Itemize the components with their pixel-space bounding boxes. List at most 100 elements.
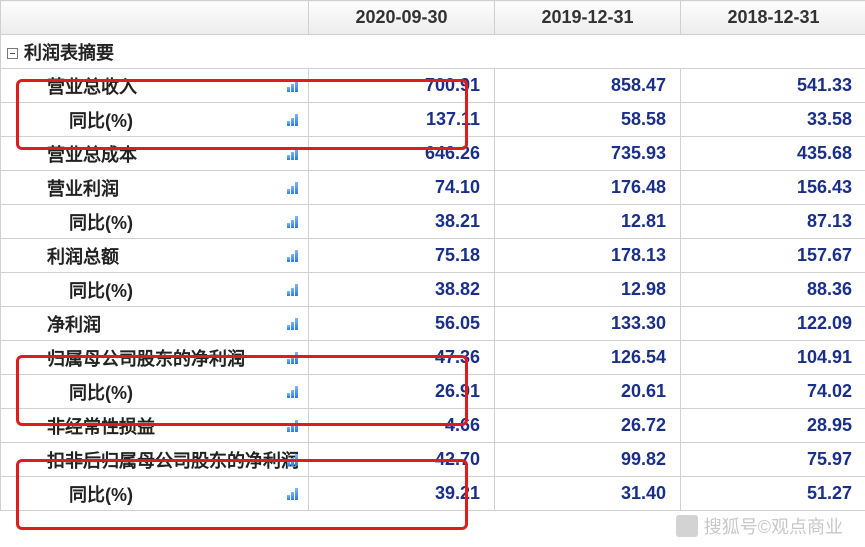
value-cell: 133.30 — [495, 307, 681, 341]
table-row: 同比(%) 137.1158.5833.58 — [1, 103, 865, 137]
bar-chart-icon[interactable] — [287, 216, 298, 228]
table-row: 同比(%) 38.8212.9888.36 — [1, 273, 865, 307]
row-label: 同比(%) — [1, 375, 309, 409]
value-cell: 56.05 — [309, 307, 495, 341]
bar-chart-icon[interactable] — [287, 318, 298, 330]
row-label: 扣非后归属母公司股东的净利润 — [1, 443, 309, 477]
value-cell: 26.72 — [495, 409, 681, 443]
row-label-text: 净利润 — [47, 315, 101, 335]
bar-chart-icon[interactable] — [287, 352, 298, 364]
row-label: 同比(%) — [1, 273, 309, 307]
bar-chart-icon[interactable] — [287, 182, 298, 194]
row-label: 同比(%) — [1, 205, 309, 239]
value-cell: 858.47 — [495, 69, 681, 103]
row-label: 利润总额 — [1, 239, 309, 273]
value-cell: 137.11 — [309, 103, 495, 137]
table-row: 利润总额 75.18178.13157.67 — [1, 239, 865, 273]
watermark: 搜狐号©观点商业 — [676, 513, 843, 539]
value-cell: 87.13 — [681, 205, 865, 239]
row-label-text: 利润总额 — [47, 247, 119, 267]
value-cell: 156.43 — [681, 171, 865, 205]
table-row: 归属母公司股东的净利润 47.36126.54104.91 — [1, 341, 865, 375]
table-row: 营业总收入 700.91858.47541.33 — [1, 69, 865, 103]
row-label-text: 归属母公司股东的净利润 — [47, 349, 245, 369]
value-cell: 176.48 — [495, 171, 681, 205]
table-row: 同比(%) 38.2112.8187.13 — [1, 205, 865, 239]
value-cell: 104.91 — [681, 341, 865, 375]
table-row: 同比(%)39.2131.4051.27 — [1, 477, 865, 511]
sohu-logo-icon — [676, 515, 698, 537]
row-label: 营业总收入 — [1, 69, 309, 103]
table-header-row: 2020-09-30 2019-12-31 2018-12-31 — [1, 1, 865, 35]
value-cell: 646.26 — [309, 137, 495, 171]
row-label-text: 营业总收入 — [47, 77, 137, 97]
header-col-2[interactable]: 2018-12-31 — [681, 1, 865, 35]
value-cell: 700.91 — [309, 69, 495, 103]
row-label: 同比(%) — [1, 477, 309, 511]
table-row: 非经常性损益 4.6626.7228.95 — [1, 409, 865, 443]
row-label-text: 同比(%) — [69, 281, 133, 301]
section-row[interactable]: 利润表摘要 — [1, 35, 865, 69]
bar-chart-icon[interactable] — [287, 80, 298, 92]
bar-chart-icon[interactable] — [287, 148, 298, 160]
row-label-text: 非经常性损益 — [47, 417, 155, 437]
table-row: 同比(%)26.9120.6174.02 — [1, 375, 865, 409]
value-cell: 157.67 — [681, 239, 865, 273]
bar-chart-icon[interactable] — [287, 488, 298, 500]
value-cell: 74.10 — [309, 171, 495, 205]
value-cell: 28.95 — [681, 409, 865, 443]
row-label: 非经常性损益 — [1, 409, 309, 443]
header-col-0[interactable]: 2020-09-30 — [309, 1, 495, 35]
value-cell: 33.58 — [681, 103, 865, 137]
value-cell: 435.68 — [681, 137, 865, 171]
watermark-text: 搜狐号©观点商业 — [704, 513, 843, 539]
header-col-1[interactable]: 2019-12-31 — [495, 1, 681, 35]
value-cell: 122.09 — [681, 307, 865, 341]
bar-chart-icon[interactable] — [287, 454, 298, 466]
section-title-text: 利润表摘要 — [24, 43, 114, 63]
row-label: 营业利润 — [1, 171, 309, 205]
header-blank — [1, 1, 309, 35]
table-row: 扣非后归属母公司股东的净利润 42.7099.8275.97 — [1, 443, 865, 477]
value-cell: 178.13 — [495, 239, 681, 273]
bar-chart-icon[interactable] — [287, 386, 298, 398]
value-cell: 735.93 — [495, 137, 681, 171]
collapse-icon[interactable] — [7, 48, 18, 59]
value-cell: 541.33 — [681, 69, 865, 103]
value-cell: 99.82 — [495, 443, 681, 477]
table-row: 净利润 56.05133.30122.09 — [1, 307, 865, 341]
bar-chart-icon[interactable] — [287, 284, 298, 296]
row-label-text: 同比(%) — [69, 213, 133, 233]
income-statement-table: 2020-09-30 2019-12-31 2018-12-31 利润表摘要营业… — [0, 0, 865, 511]
row-label-text: 营业利润 — [47, 179, 119, 199]
value-cell: 12.81 — [495, 205, 681, 239]
value-cell: 75.18 — [309, 239, 495, 273]
row-label-text: 营业总成本 — [47, 145, 137, 165]
value-cell: 20.61 — [495, 375, 681, 409]
row-label: 营业总成本 — [1, 137, 309, 171]
bar-chart-icon[interactable] — [287, 250, 298, 262]
value-cell: 39.21 — [309, 477, 495, 511]
value-cell: 12.98 — [495, 273, 681, 307]
value-cell: 38.82 — [309, 273, 495, 307]
value-cell: 75.97 — [681, 443, 865, 477]
value-cell: 58.58 — [495, 103, 681, 137]
row-label-text: 同比(%) — [69, 485, 133, 505]
row-label-text: 同比(%) — [69, 111, 133, 131]
value-cell: 126.54 — [495, 341, 681, 375]
value-cell: 88.36 — [681, 273, 865, 307]
section-label[interactable]: 利润表摘要 — [1, 35, 865, 69]
table-row: 营业总成本 646.26735.93435.68 — [1, 137, 865, 171]
value-cell: 42.70 — [309, 443, 495, 477]
row-label-text: 扣非后归属母公司股东的净利润 — [47, 451, 299, 471]
row-label: 归属母公司股东的净利润 — [1, 341, 309, 375]
row-label-text: 同比(%) — [69, 383, 133, 403]
row-label: 同比(%) — [1, 103, 309, 137]
bar-chart-icon[interactable] — [287, 114, 298, 126]
value-cell: 4.66 — [309, 409, 495, 443]
value-cell: 38.21 — [309, 205, 495, 239]
value-cell: 47.36 — [309, 341, 495, 375]
value-cell: 51.27 — [681, 477, 865, 511]
table-row: 营业利润 74.10176.48156.43 — [1, 171, 865, 205]
bar-chart-icon[interactable] — [287, 420, 298, 432]
